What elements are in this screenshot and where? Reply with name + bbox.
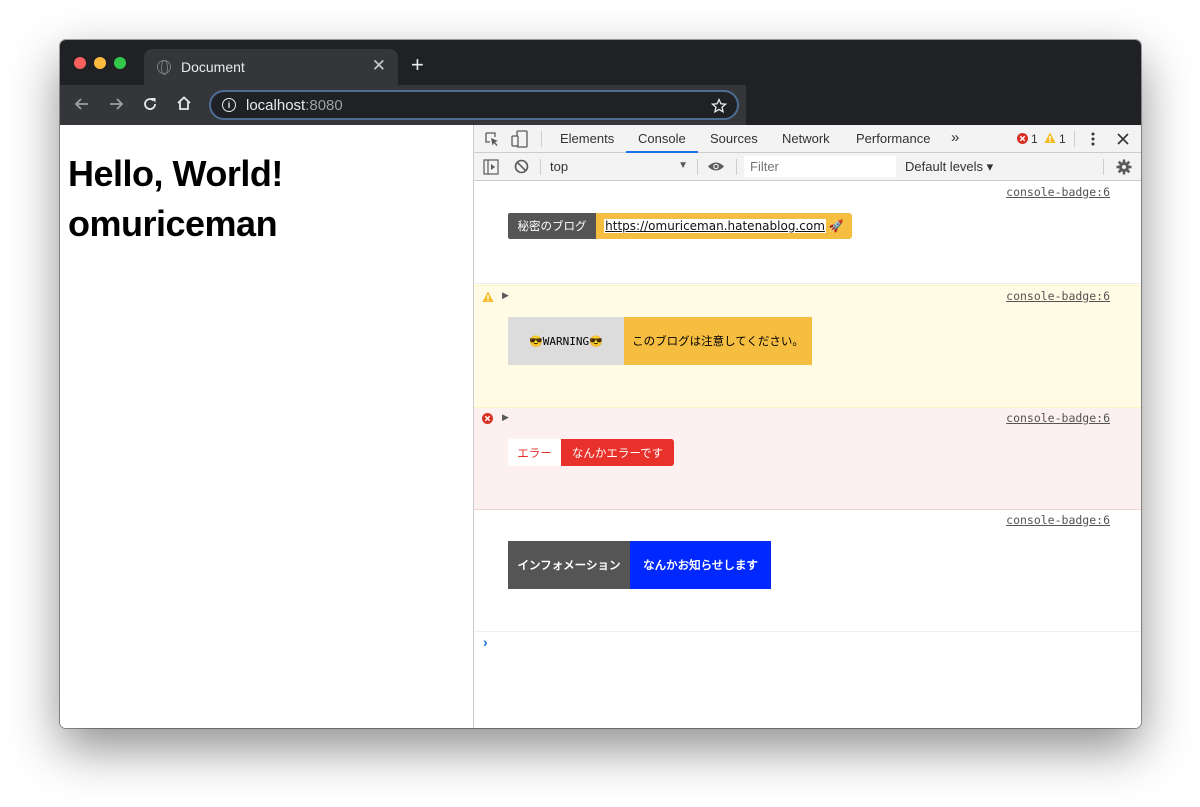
expand-triangle-icon[interactable]: ▶ <box>502 412 509 423</box>
close-devtools-icon[interactable] <box>1117 133 1129 145</box>
device-toolbar-icon[interactable] <box>511 130 529 148</box>
console-badge: 秘密のブログ https://omuriceman.hatenablog.com… <box>508 213 852 239</box>
badge-left-label: エラー <box>508 439 561 466</box>
inspect-element-icon[interactable] <box>484 131 500 147</box>
globe-icon <box>157 60 171 75</box>
address-bar[interactable]: i localhost:8080 <box>209 90 739 120</box>
warning-count[interactable]: 1 <box>1059 132 1066 146</box>
kebab-menu-icon[interactable] <box>1091 131 1095 147</box>
tab-console[interactable]: Console <box>638 131 686 146</box>
tab-title: Document <box>181 59 245 75</box>
tab-sources[interactable]: Sources <box>710 131 758 146</box>
tab-bar: Document ✕ + <box>60 40 1141 85</box>
close-window-button[interactable] <box>74 57 86 69</box>
sidebar-toggle-icon[interactable] <box>483 159 499 175</box>
devtools-panel: Elements Console Sources Network Perform… <box>473 125 1141 728</box>
error-count[interactable]: 1 <box>1031 132 1038 146</box>
badge-left-label: 秘密のブログ <box>508 213 596 239</box>
badge-right-label: なんかお知らせします <box>630 541 771 589</box>
tab-performance[interactable]: Performance <box>856 131 930 146</box>
error-count-icon <box>1017 133 1028 144</box>
warning-icon <box>482 291 494 302</box>
badge-right: https://omuriceman.hatenablog.com 🚀 <box>596 213 852 239</box>
back-icon[interactable] <box>73 95 91 113</box>
context-label: top <box>550 159 569 174</box>
clear-console-icon[interactable] <box>514 159 529 174</box>
message-source-link[interactable]: console-badge:6 <box>1006 513 1110 527</box>
message-source-link[interactable]: console-badge:6 <box>1006 185 1110 199</box>
badge-right-label: なんかエラーです <box>561 439 674 466</box>
zoom-window-button[interactable] <box>114 57 126 69</box>
blog-link[interactable]: https://omuriceman.hatenablog.com <box>604 219 826 233</box>
console-message-log: console-badge:6 秘密のブログ https://omuricema… <box>474 182 1141 284</box>
warning-count-icon <box>1044 132 1056 143</box>
message-source-link[interactable]: console-badge:6 <box>1006 289 1110 303</box>
console-prompt[interactable]: › <box>483 634 488 650</box>
browser-tab[interactable]: Document ✕ <box>144 49 398 85</box>
log-levels-dropdown[interactable]: Default levels ▾ <box>905 159 993 175</box>
badge-right-label: このブログは注意してください。 <box>624 317 812 365</box>
console-message-info: console-badge:6 インフォメーション なんかお知らせします <box>474 510 1141 632</box>
forward-icon[interactable] <box>107 95 125 113</box>
eye-icon[interactable] <box>707 160 725 173</box>
browser-window: Document ✕ + i localhost:8080 Hello, Wor… <box>60 40 1141 728</box>
page-heading-hello: Hello, World! <box>68 153 283 194</box>
close-tab-icon[interactable]: ✕ <box>372 56 386 76</box>
more-tabs-icon[interactable]: » <box>951 129 959 146</box>
message-source-link[interactable]: console-badge:6 <box>1006 411 1110 425</box>
url-text: localhost:8080 <box>246 97 343 114</box>
tab-elements[interactable]: Elements <box>560 131 614 146</box>
rocket-icon: 🚀 <box>828 219 844 233</box>
error-icon <box>482 413 493 424</box>
tab-network[interactable]: Network <box>782 131 830 146</box>
console-filter-bar: top ▼ Default levels ▾ <box>474 153 1141 181</box>
badge-left-label: インフォメーション <box>508 541 630 589</box>
home-icon[interactable] <box>175 94 193 112</box>
browser-toolbar: i localhost:8080 <box>60 85 1141 125</box>
context-selector[interactable]: top ▼ <box>546 156 690 177</box>
page-heading-name: omuriceman <box>68 203 278 244</box>
console-filter-input[interactable] <box>744 156 896 177</box>
bookmark-star-icon[interactable] <box>711 98 727 114</box>
console-badge: 😎WARNING😎 このブログは注意してください。 <box>508 317 812 365</box>
reload-icon[interactable] <box>141 95 159 113</box>
console-message-warning: ▶ console-badge:6 😎WARNING😎 このブログは注意してくだ… <box>474 285 1141 408</box>
dropdown-caret-icon: ▼ <box>678 160 688 171</box>
info-icon[interactable]: i <box>222 98 236 112</box>
console-badge: インフォメーション なんかお知らせします <box>508 541 771 589</box>
new-tab-button[interactable]: + <box>411 52 424 78</box>
settings-gear-icon[interactable] <box>1116 159 1132 175</box>
devtools-tab-bar: Elements Console Sources Network Perform… <box>474 125 1141 153</box>
page-viewport: Hello, World! omuriceman <box>60 125 473 728</box>
console-badge: エラー なんかエラーです <box>508 439 674 466</box>
minimize-window-button[interactable] <box>94 57 106 69</box>
expand-triangle-icon[interactable]: ▶ <box>502 290 509 301</box>
console-message-error: ▶ console-badge:6 エラー なんかエラーです <box>474 408 1141 510</box>
badge-left-label: 😎WARNING😎 <box>508 317 624 365</box>
